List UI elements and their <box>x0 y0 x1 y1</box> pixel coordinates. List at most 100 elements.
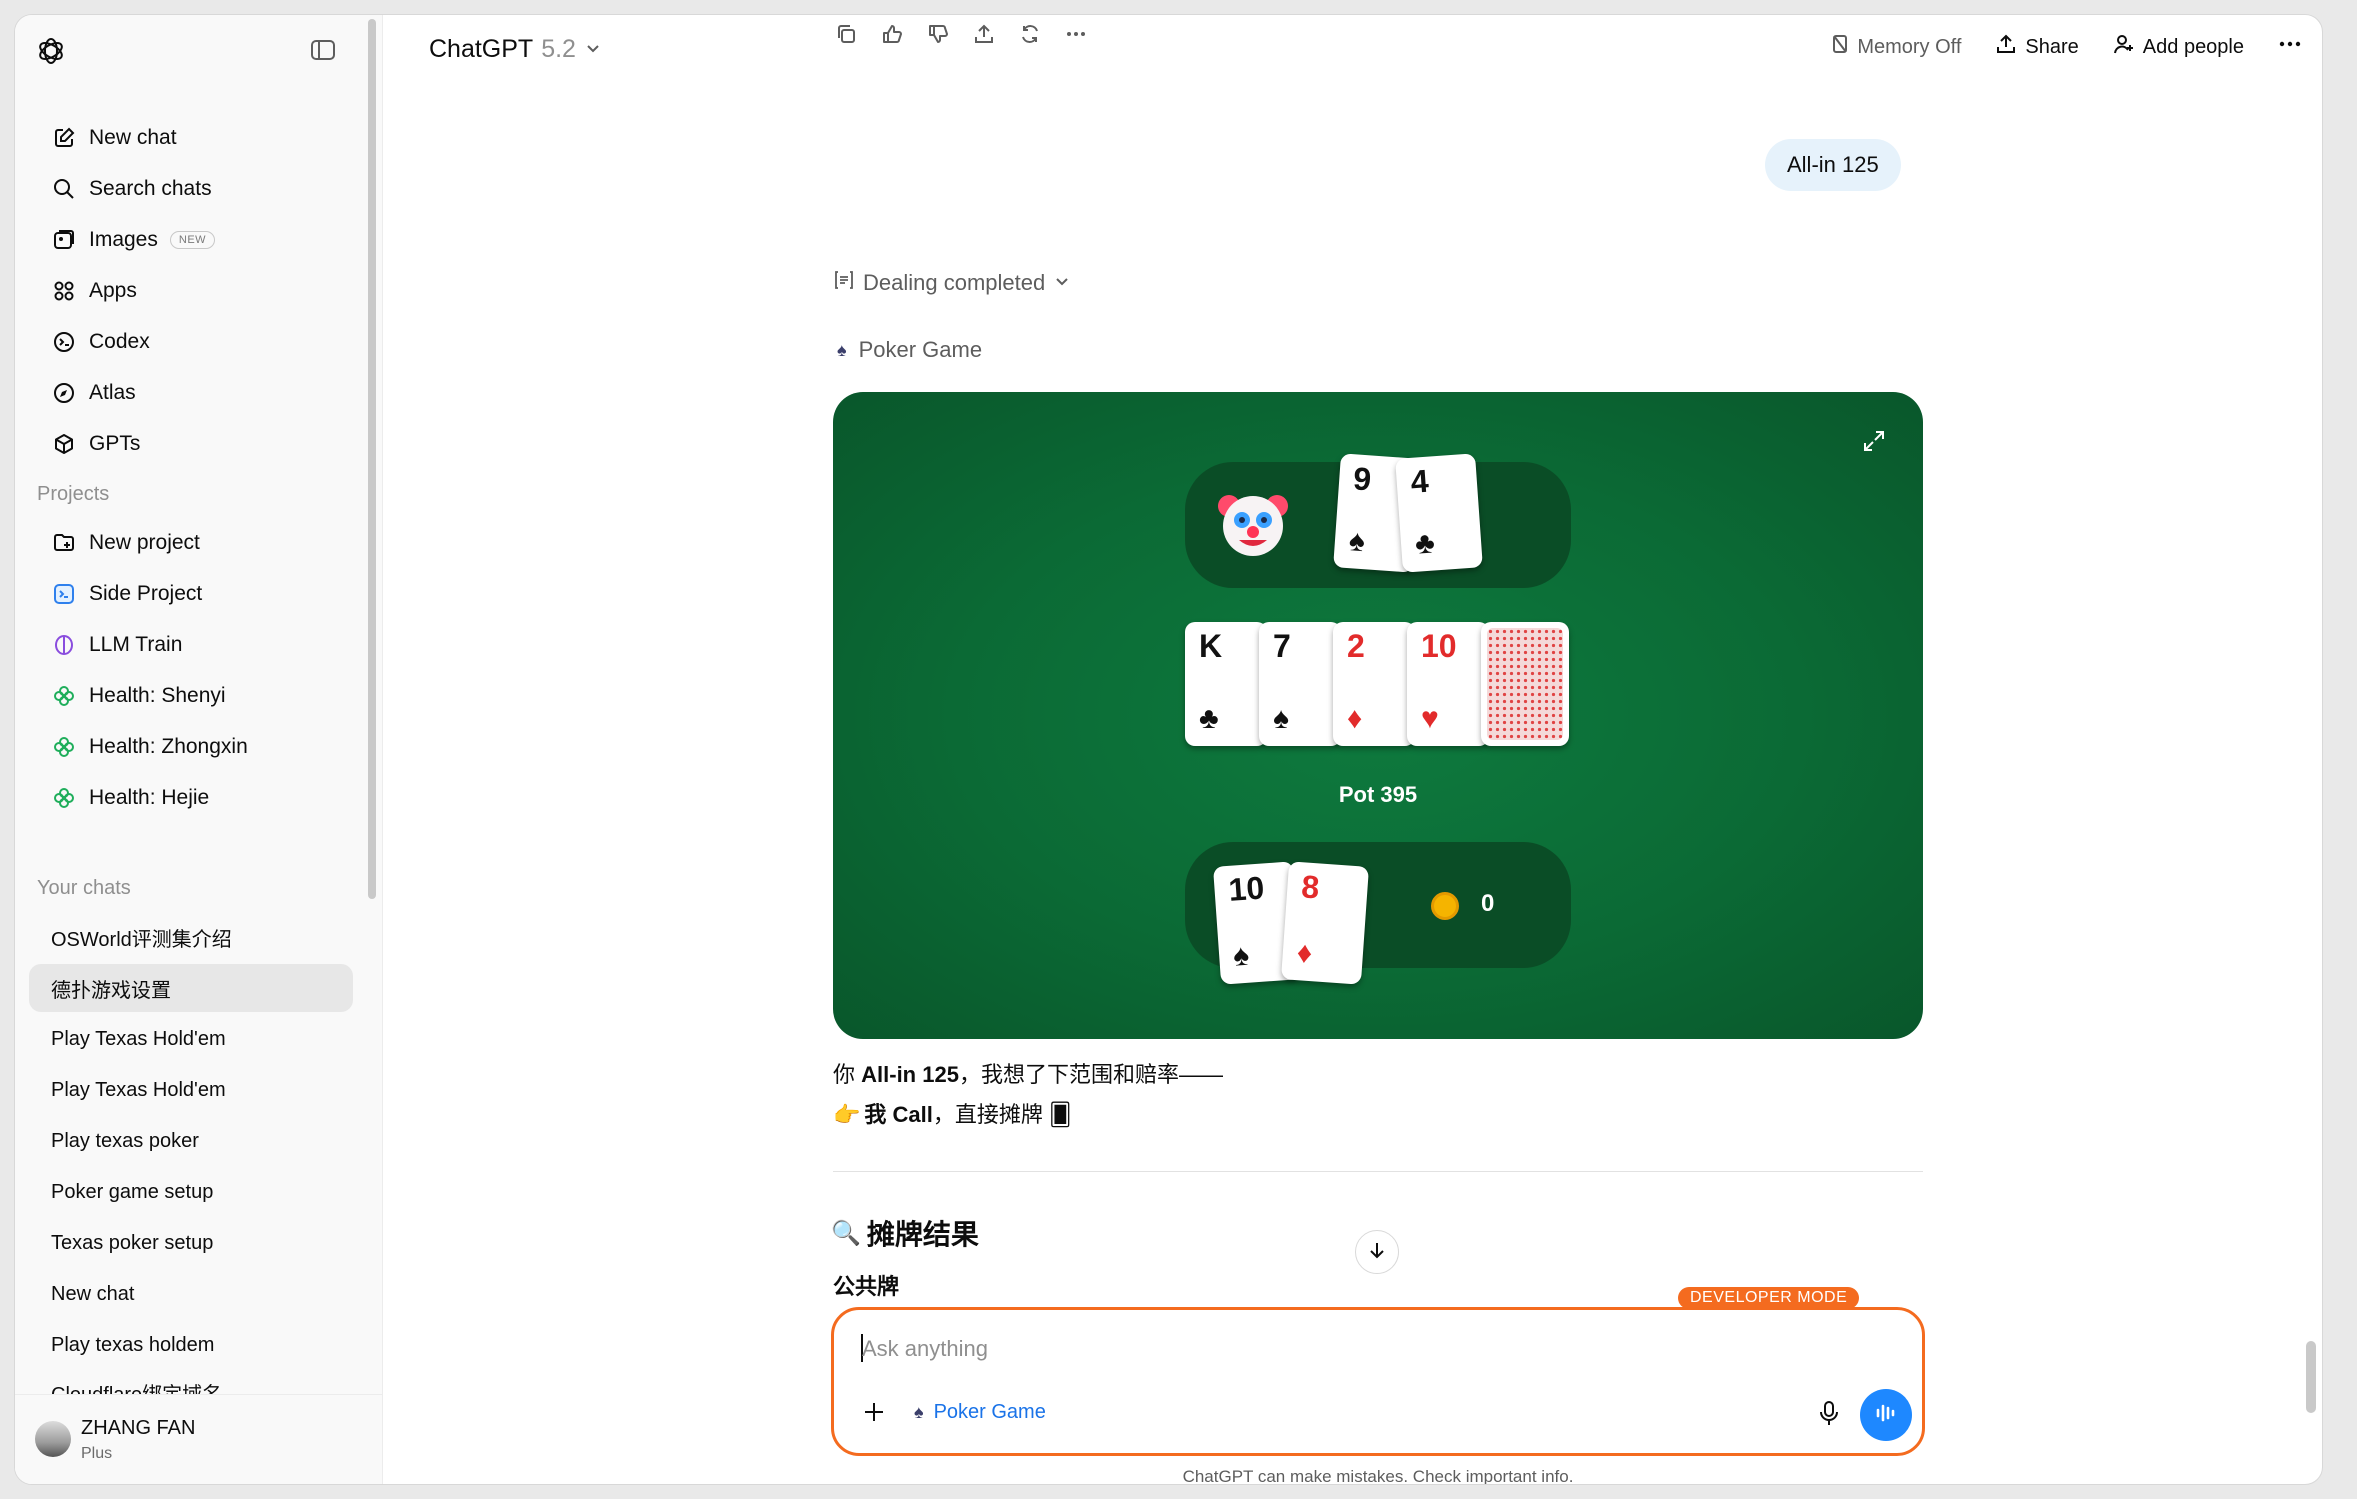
chat-item-active[interactable]: 德扑游戏设置 <box>29 964 353 1012</box>
clown-avatar-icon <box>1215 486 1291 562</box>
thumbs-down-icon[interactable] <box>925 21 951 47</box>
openai-logo-icon[interactable] <box>35 35 67 67</box>
sidebar-item-llm-train[interactable]: LLM Train <box>29 622 369 668</box>
scroll-down-button[interactable] <box>1355 1230 1399 1274</box>
opponent-seat: 9 ♠ 4 ♣ <box>1185 453 1571 588</box>
memory-off-button[interactable]: Memory Off <box>1831 34 1961 60</box>
message-actions <box>833 21 1089 47</box>
expand-icon[interactable] <box>1861 428 1887 454</box>
brain-icon <box>51 632 77 658</box>
clover-icon <box>51 683 77 709</box>
model-name: ChatGPT <box>429 35 534 63</box>
header-actions: Memory Off Share Add people <box>1831 33 2302 61</box>
card-back-pattern <box>1487 628 1563 740</box>
chat-item[interactable]: Play Texas Hold'em <box>29 1015 353 1063</box>
main-scrollbar[interactable] <box>2306 1341 2316 1413</box>
sidebar-item-label: Health: Zhongxin <box>89 735 248 758</box>
edit-icon <box>51 125 77 151</box>
voice-mode-button[interactable] <box>1860 1389 1912 1441</box>
message-composer[interactable]: Ask anything ♠ Poker Game <box>831 1307 1925 1456</box>
microphone-icon[interactable] <box>1814 1398 1844 1428</box>
reply-bold: All-in 125 <box>861 1062 959 1087</box>
sidebar-item-health-hejie[interactable]: Health: Hejie <box>29 775 369 821</box>
regenerate-icon[interactable] <box>1017 21 1043 47</box>
card-suit: ♥ <box>1421 702 1439 735</box>
sidebar-item-new-chat[interactable]: New chat <box>29 115 369 161</box>
sidebar-item-apps[interactable]: Apps <box>29 268 369 314</box>
card-suit: ♠ <box>1273 702 1289 735</box>
chat-item[interactable]: Play texas poker <box>29 1117 353 1165</box>
sidebar-item-label: GPTs <box>89 432 141 455</box>
chat-item[interactable]: OSWorld评测集介绍 <box>29 913 353 961</box>
app-window: New chat Search chats Images NEW Apps Co… <box>14 14 2323 1485</box>
share-upload-icon[interactable] <box>971 21 997 47</box>
sidebar-item-label: Atlas <box>89 381 136 404</box>
gpts-icon <box>51 431 77 457</box>
sidebar: New chat Search chats Images NEW Apps Co… <box>15 15 383 1484</box>
folder-plus-icon <box>51 530 77 556</box>
model-selector[interactable]: ChatGPT 5.2 <box>429 35 602 64</box>
sidebar-toggle-icon[interactable] <box>310 39 336 61</box>
sidebar-item-label: Side Project <box>89 582 203 605</box>
chat-item[interactable]: Texas poker setup <box>29 1219 353 1267</box>
sidebar-item-codex[interactable]: Codex <box>29 319 369 365</box>
copy-icon[interactable] <box>833 21 859 47</box>
sidebar-item-images[interactable]: Images NEW <box>29 217 369 263</box>
developer-mode-badge: DEVELOPER MODE <box>1678 1287 1860 1309</box>
sidebar-item-gpts[interactable]: GPTs <box>29 421 369 467</box>
codex-icon <box>51 329 77 355</box>
board-card: K ♣ <box>1185 622 1267 746</box>
avatar <box>35 1421 71 1457</box>
add-people-button[interactable]: Add people <box>2113 33 2244 61</box>
reply-bold: 我 Call <box>864 1102 933 1127</box>
sidebar-item-label: Health: Shenyi <box>89 684 226 707</box>
reply-text: 你 <box>833 1062 862 1087</box>
sidebar-item-new-project[interactable]: New project <box>29 520 369 566</box>
sidebar-item-side-project[interactable]: Side Project <box>29 571 369 617</box>
terminal-icon <box>51 581 77 607</box>
user-name: ZHANG FAN <box>81 1417 196 1439</box>
sidebar-item-label: Apps <box>89 279 137 302</box>
card-suit: ♣ <box>1199 702 1219 735</box>
app-label: ♠ Poker Game <box>837 337 982 363</box>
user-message-bubble: All-in 125 <box>1765 139 1901 191</box>
spade-icon: ♠ <box>837 339 847 360</box>
sidebar-item-label: New project <box>89 531 200 554</box>
share-label: Share <box>2025 35 2079 58</box>
sidebar-item-atlas[interactable]: Atlas <box>29 370 369 416</box>
clover-icon <box>51 785 77 811</box>
card-rank: K <box>1199 628 1223 664</box>
more-horizontal-icon[interactable] <box>1063 21 1089 47</box>
board-card: 10 ♥ <box>1407 622 1489 746</box>
board-card: 2 ♦ <box>1333 622 1415 746</box>
chat-item[interactable]: Play Texas Hold'em <box>29 1066 353 1114</box>
card-suit: ♣ <box>1413 526 1436 561</box>
magnifier-icon: 🔍 <box>831 1219 861 1247</box>
document-brackets-icon <box>833 269 855 297</box>
sidebar-item-search-chats[interactable]: Search chats <box>29 166 369 212</box>
chat-item[interactable]: Play texas holdem <box>29 1321 353 1369</box>
your-chats-heading: Your chats <box>37 877 131 899</box>
card-rank: 4 <box>1409 462 1430 500</box>
new-badge: NEW <box>169 231 216 249</box>
card-rank: 10 <box>1227 869 1266 908</box>
composer-input[interactable]: Ask anything <box>862 1336 988 1362</box>
sidebar-item-health-shenyi[interactable]: Health: Shenyi <box>29 673 369 719</box>
chat-item[interactable]: Poker game setup <box>29 1168 353 1216</box>
card-rank: 9 <box>1352 460 1373 498</box>
board-card: 7 ♠ <box>1259 622 1341 746</box>
user-profile[interactable]: ZHANG FAN Plus <box>15 1394 382 1484</box>
add-person-icon <box>2113 33 2135 61</box>
spade-icon: ♠ <box>914 1401 924 1422</box>
share-icon <box>1995 33 2017 61</box>
share-button[interactable]: Share <box>1995 33 2079 61</box>
more-options-button[interactable] <box>2278 33 2302 61</box>
plus-icon[interactable] <box>858 1396 890 1428</box>
dealing-status-toggle[interactable]: Dealing completed <box>833 269 1071 297</box>
sidebar-scrollbar[interactable] <box>368 19 376 899</box>
sidebar-item-health-zhongxin[interactable]: Health: Zhongxin <box>29 724 369 770</box>
chat-item[interactable]: New chat <box>29 1270 353 1318</box>
thumbs-up-icon[interactable] <box>879 21 905 47</box>
poker-game-tool-chip[interactable]: ♠ Poker Game <box>914 1396 1046 1428</box>
sidebar-item-label: Images <box>89 228 158 251</box>
